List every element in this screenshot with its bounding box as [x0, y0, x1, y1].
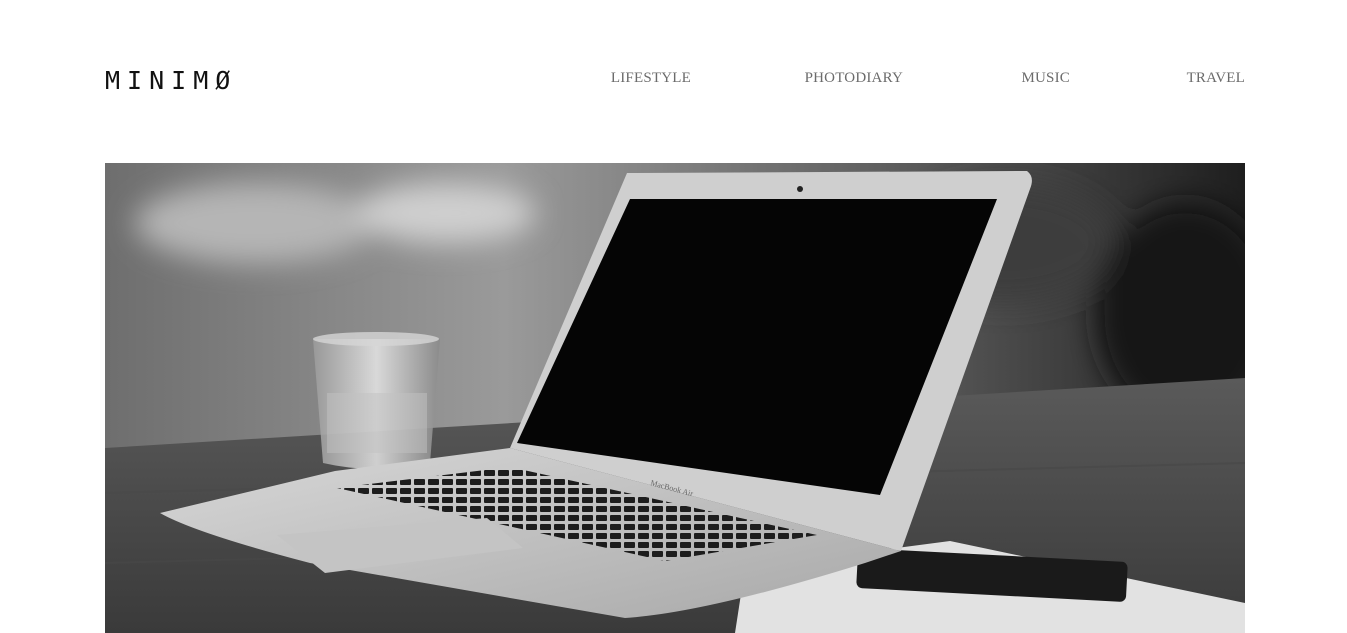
site-logo[interactable]: MINIMØ — [105, 66, 237, 96]
laptop-photo: MacBook Air — [105, 163, 1245, 633]
nav-item-photodiary[interactable]: PHOTODIARY — [805, 70, 903, 87]
nav-item-travel[interactable]: TRAVEL — [1187, 70, 1245, 87]
nav-item-lifestyle[interactable]: LIFESTYLE — [611, 70, 691, 87]
nav-item-music[interactable]: MUSIC — [1021, 70, 1070, 87]
site-header: MINIMØ LIFESTYLE PHOTODIARY MUSIC TRAVEL — [105, 0, 1245, 163]
hero-image: MacBook Air — [105, 163, 1245, 633]
